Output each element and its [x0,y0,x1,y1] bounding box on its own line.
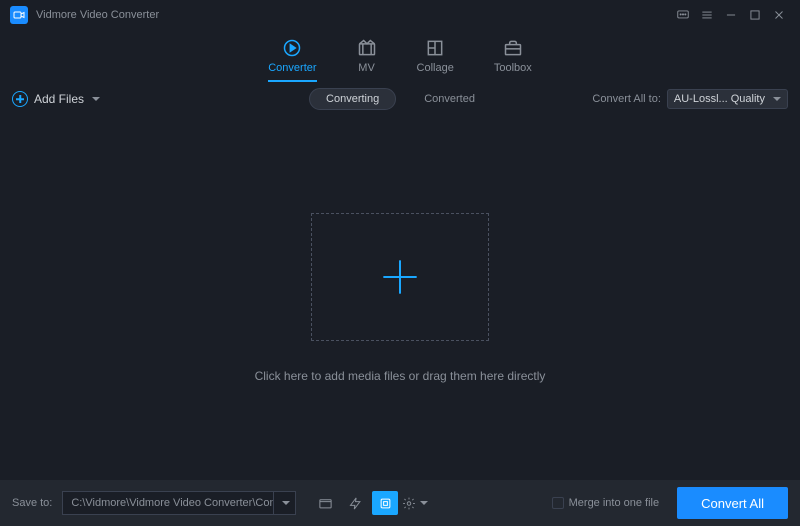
converter-icon [282,38,302,58]
tab-mv[interactable]: MV [357,38,377,82]
open-folder-icon[interactable] [312,491,338,515]
save-path-input[interactable]: C:\Vidmore\Vidmore Video Converter\Conve… [63,492,273,514]
gpu-accel-icon[interactable] [372,491,398,515]
title-bar: Vidmore Video Converter [0,0,800,30]
save-to-label: Save to: [12,497,52,509]
tab-converter[interactable]: Converter [268,38,316,82]
settings-dropdown[interactable] [402,491,428,515]
convert-all-button[interactable]: Convert All [677,487,788,519]
merge-checkbox[interactable]: Merge into one file [552,497,660,509]
collage-icon [425,38,445,58]
tab-label: Toolbox [494,62,532,74]
subtab-converting[interactable]: Converting [309,88,396,110]
convert-all-to-label: Convert All to: [592,93,660,105]
toolbox-icon [503,38,523,58]
main-area: Click here to add media files or drag th… [0,116,800,480]
output-format-select[interactable]: AU-Lossl... Quality [667,89,788,109]
merge-label: Merge into one file [569,497,660,509]
chevron-down-icon [282,501,290,505]
add-media-dropzone[interactable] [311,213,489,341]
save-path-dropdown[interactable] [273,492,295,514]
tab-label: Converter [268,62,316,74]
tab-label: Collage [417,62,454,74]
add-files-label: Add Files [34,92,84,106]
plus-icon [380,257,420,297]
tab-label: MV [358,62,375,74]
chevron-down-icon [92,97,100,101]
mv-icon [357,38,377,58]
footer-tools [312,491,428,515]
feedback-icon[interactable] [672,4,694,26]
close-icon[interactable] [768,4,790,26]
minimize-icon[interactable] [720,4,742,26]
checkbox-icon [552,497,564,509]
app-title: Vidmore Video Converter [36,9,159,21]
top-nav: Converter MV Collage Toolbox [0,30,800,82]
maximize-icon[interactable] [744,4,766,26]
dropzone-hint: Click here to add media files or drag th… [255,369,546,383]
app-logo-icon [10,6,28,24]
chevron-down-icon [773,97,781,101]
tab-toolbox[interactable]: Toolbox [494,38,532,82]
add-files-button[interactable]: Add Files [12,91,100,107]
tab-collage[interactable]: Collage [417,38,454,82]
subtab-converted[interactable]: Converted [408,89,491,109]
chevron-down-icon [420,501,428,505]
menu-icon[interactable] [696,4,718,26]
footer-bar: Save to: C:\Vidmore\Vidmore Video Conver… [0,480,800,526]
subtab-group: Converting Converted [309,88,491,110]
plus-circle-icon [12,91,28,107]
format-selection-text: AU-Lossl... Quality [674,93,765,105]
save-path-box: C:\Vidmore\Vidmore Video Converter\Conve… [62,491,296,515]
sub-toolbar: Add Files Converting Converted Convert A… [0,82,800,116]
task-icon[interactable] [342,491,368,515]
